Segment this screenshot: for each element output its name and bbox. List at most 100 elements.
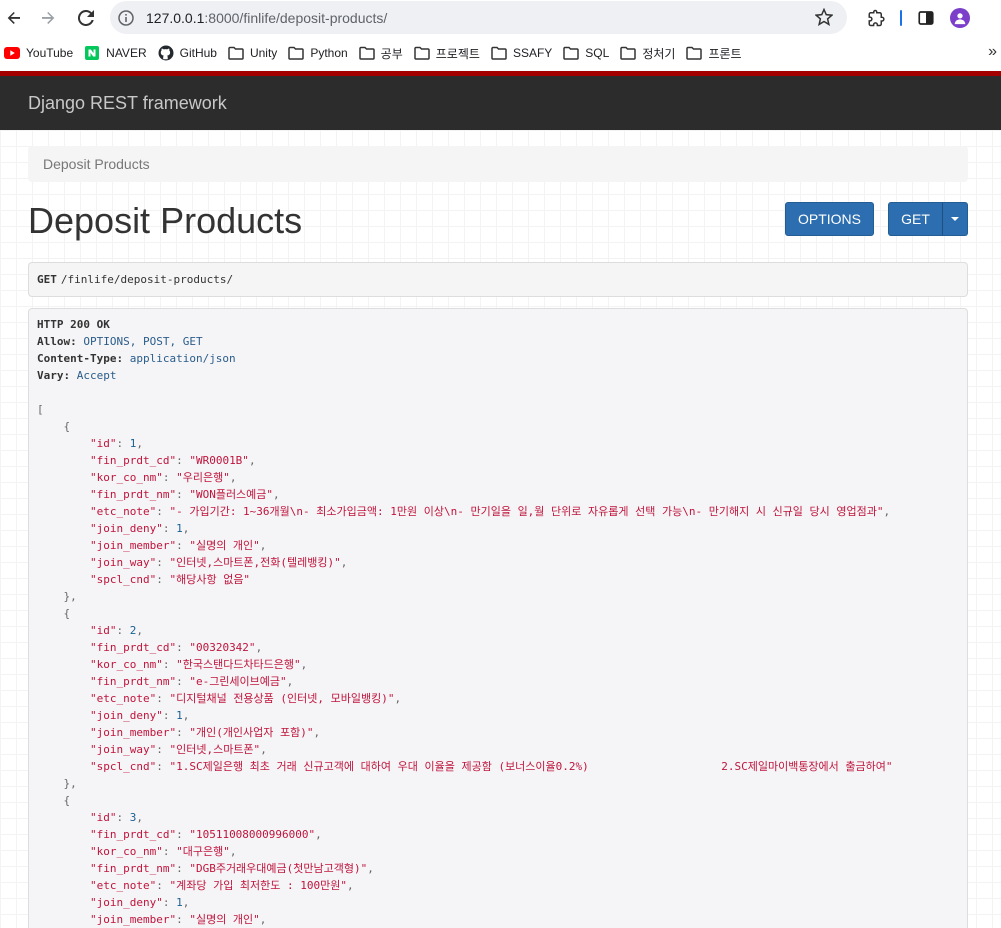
folder-icon [414, 45, 430, 61]
response-token: : [156, 573, 170, 586]
json-key: "spcl_cnd" [89, 760, 157, 773]
response-token [37, 692, 90, 705]
json-key: "etc_note" [89, 879, 157, 892]
response-token: : [176, 539, 190, 552]
bookmark-label: 공부 [380, 46, 403, 61]
json-value: "개인(개인사업자 포함)" [189, 726, 314, 739]
json-value: "인터넷,스마트폰" [169, 743, 261, 756]
response-token: : [176, 828, 190, 841]
response-token: : [162, 471, 177, 484]
bookmark-python[interactable]: Python [286, 35, 356, 71]
bookmark-label: 프로젝트 [435, 46, 480, 61]
side-panel-icon[interactable] [912, 4, 940, 32]
url-path: :8000/finlife/deposit-products/ [204, 9, 388, 26]
json-value: "1.SC제일은행 최초 거래 신규고객에 대하여 우대 이율을 제공함 (보너… [169, 760, 893, 773]
json-key: "kor_co_nm" [89, 471, 163, 484]
json-value: "디지털채널 전용상품 (인터넷, 모바일뱅킹)" [169, 692, 395, 705]
response-token: : [156, 505, 170, 518]
bookmark-naver[interactable]: NAVER [82, 35, 155, 71]
json-key: "join_deny" [89, 522, 163, 535]
response-token [37, 454, 90, 467]
json-value: 1 [176, 896, 183, 909]
json-object-close: }, [37, 775, 959, 792]
json-value: "대구은행" [176, 845, 230, 858]
bookmark-unity[interactable]: Unity [226, 35, 286, 71]
folder-icon [288, 45, 305, 61]
toolbar-icons [862, 4, 970, 32]
response-token: : [162, 896, 177, 909]
bookmark-sql[interactable]: SQL [561, 35, 618, 71]
response-token: : [162, 845, 177, 858]
json-brace: { [37, 794, 71, 807]
json-key: "join_way" [89, 743, 157, 756]
options-button[interactable]: OPTIONS [785, 202, 874, 236]
json-key: "fin_prdt_nm" [89, 675, 177, 688]
response-token: : [116, 811, 130, 824]
json-field-line: "kor_co_nm": "한국스탠다드차타드은행", [37, 656, 959, 673]
json-field-line: "etc_note": "계좌당 가입 최저한도 : 100만원", [37, 877, 959, 894]
response-token [37, 488, 90, 501]
response-token: , [259, 913, 267, 926]
response-token [37, 522, 90, 535]
bookmark-star-icon[interactable] [814, 7, 834, 31]
response-token: : [176, 488, 190, 501]
request-method: GET [37, 273, 57, 286]
drf-brand-link[interactable]: Django REST framework [28, 93, 227, 114]
json-value: "00320342" [189, 641, 256, 654]
response-token: , [313, 726, 321, 739]
bookmark-youtube[interactable]: YouTube [2, 35, 82, 71]
response-token: , [273, 488, 280, 501]
bookmark-label: YouTube [26, 46, 74, 60]
bookmarks-overflow-button[interactable]: » [988, 43, 997, 61]
forward-arrow-icon[interactable] [34, 4, 62, 32]
bookmark-project[interactable]: 프로젝트 [412, 35, 489, 71]
extensions-puzzle-icon[interactable] [862, 4, 890, 32]
json-field-line: "fin_prdt_nm": "WON플러스예금", [37, 486, 959, 503]
response-token: : [116, 437, 130, 450]
response-header-value: Accept [76, 369, 117, 382]
json-open: [ [37, 401, 959, 418]
response-token: : [156, 743, 170, 756]
json-object-open: { [37, 418, 959, 435]
json-brace: }, [37, 590, 77, 603]
json-key: "kor_co_nm" [89, 658, 163, 671]
json-value: "인터넷,스마트폰,전화(텔레뱅킹)" [169, 556, 341, 569]
bookmark-github[interactable]: GitHub [156, 35, 226, 71]
response-token: : [176, 913, 190, 926]
bookmark-frontend[interactable]: 프론트 [684, 35, 750, 71]
response-token: , [340, 556, 348, 569]
get-format-dropdown-button[interactable] [942, 202, 968, 236]
request-path: /finlife/deposit-products/ [60, 273, 234, 286]
naver-icon [84, 45, 100, 61]
address-bar[interactable]: 127.0.0.1:8000/finlife/deposit-products/ [110, 1, 847, 34]
bookmark-label: NAVER [106, 46, 147, 60]
folder-icon [228, 45, 244, 61]
reload-icon[interactable] [72, 4, 100, 32]
json-key: "fin_prdt_cd" [89, 454, 177, 467]
bookmark-ssafy[interactable]: SSAFY [489, 35, 561, 71]
bookmark-study[interactable]: 공부 [357, 35, 412, 71]
response-token: , [255, 641, 263, 654]
get-button[interactable]: GET [888, 202, 943, 236]
response-token [37, 386, 44, 399]
json-value: 1 [176, 522, 183, 535]
json-key: "spcl_cnd" [89, 573, 157, 586]
response-token: : [156, 556, 170, 569]
back-arrow-icon[interactable] [0, 4, 28, 32]
profile-avatar-icon[interactable] [950, 8, 970, 28]
folder-icon [686, 45, 703, 61]
response-token: , [229, 471, 237, 484]
json-key: "join_member" [89, 726, 177, 739]
bookmark-certificate[interactable]: 정처기 [618, 35, 684, 71]
json-value: "10511008000996000" [189, 828, 316, 841]
response-token: , [394, 692, 402, 705]
response-token [37, 913, 90, 926]
json-key: "fin_prdt_cd" [89, 828, 177, 841]
json-field-line: "kor_co_nm": "대구은행", [37, 843, 959, 860]
breadcrumb: Deposit Products [28, 146, 968, 182]
json-field-line: "join_deny": 1, [37, 707, 959, 724]
github-icon [158, 45, 174, 61]
response-token: , [315, 828, 322, 841]
json-field-line: "id": 3, [37, 809, 959, 826]
site-info-icon[interactable] [116, 8, 136, 28]
